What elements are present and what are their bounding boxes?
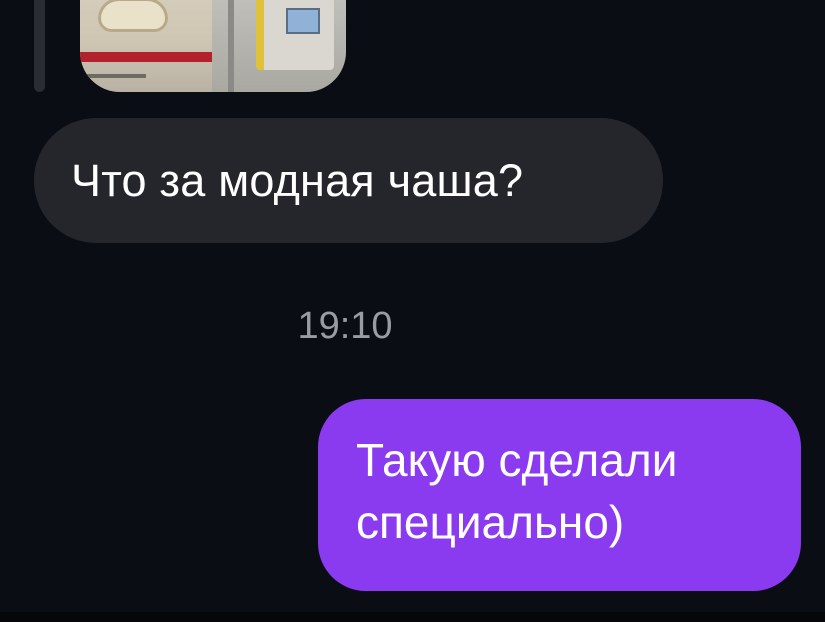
chat-screen: Что за модная чаша? 19:10 Такую сделали … <box>0 0 825 622</box>
packaging-stripe <box>80 52 212 62</box>
attachment-photo-left[interactable] <box>80 0 212 92</box>
outgoing-message-line-2: специально) <box>356 496 625 548</box>
device-screen <box>286 8 320 34</box>
packaging-label <box>86 74 146 78</box>
incoming-message-text: Что за модная чаша? <box>71 154 524 206</box>
outgoing-message-bubble[interactable]: Такую сделали специально) <box>318 399 801 591</box>
attachment-photo-right[interactable] <box>212 0 346 92</box>
incoming-message-bubble[interactable]: Что за модная чаша? <box>34 118 663 243</box>
outgoing-message-line-1: Такую сделали <box>356 434 678 486</box>
equipment-pole <box>228 0 234 92</box>
message-timestamp: 19:10 <box>297 305 393 347</box>
reply-thread-bar <box>34 0 45 92</box>
pelvis-model-image <box>98 0 168 32</box>
bottom-edge <box>0 612 825 622</box>
media-attachment-bubble[interactable] <box>80 0 346 92</box>
